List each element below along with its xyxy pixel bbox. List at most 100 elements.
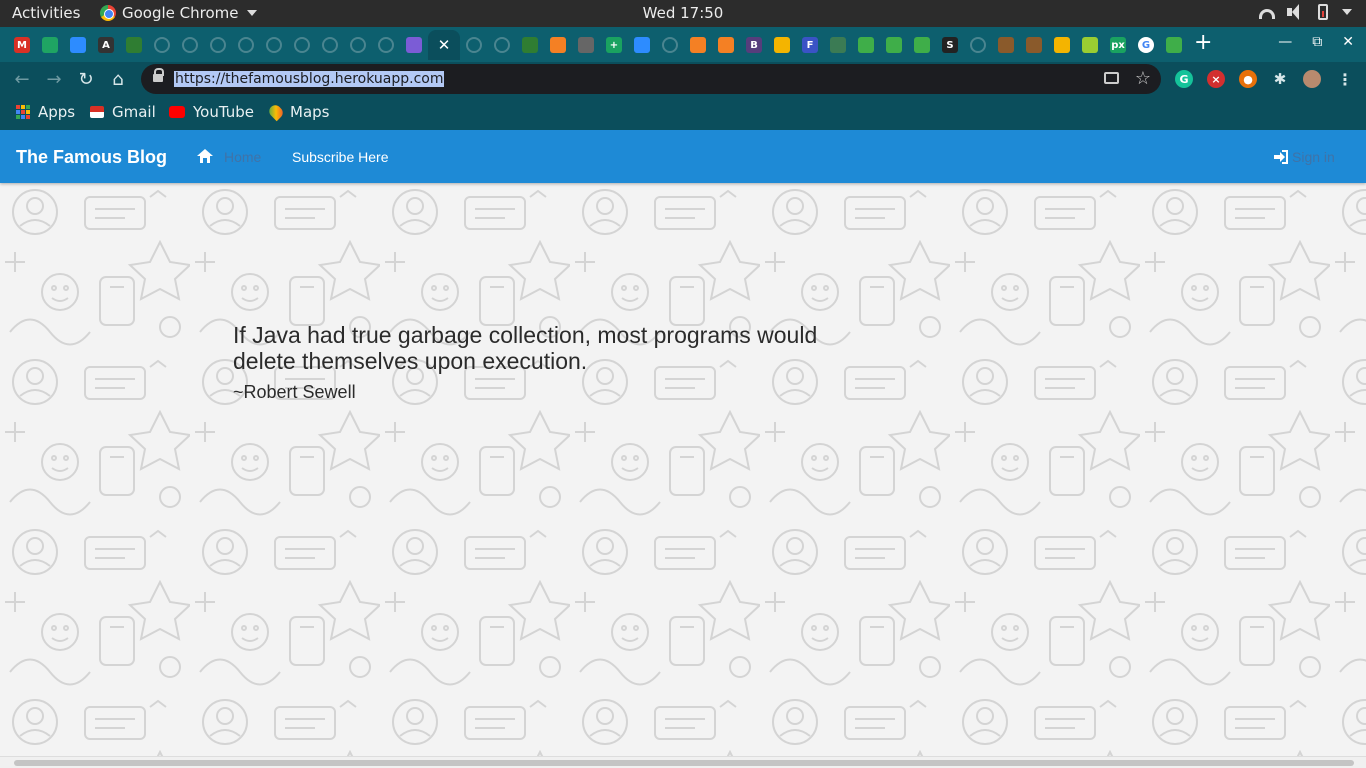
browser-tab[interactable] bbox=[628, 30, 656, 60]
folder-icon bbox=[1054, 37, 1070, 53]
forward-button[interactable]: → bbox=[42, 67, 66, 91]
browser-tab[interactable] bbox=[176, 30, 204, 60]
lock-icon[interactable] bbox=[153, 68, 164, 83]
browser-tab[interactable]: px bbox=[1104, 30, 1132, 60]
keep-icon bbox=[774, 37, 790, 53]
browser-tab[interactable]: F bbox=[796, 30, 824, 60]
extension-icon[interactable]: ● bbox=[1239, 70, 1257, 88]
close-window-icon[interactable]: ✕ bbox=[1342, 34, 1354, 50]
browser-tab[interactable]: B bbox=[740, 30, 768, 60]
doodle-background bbox=[0, 182, 1366, 756]
grammarly-icon[interactable]: G bbox=[1175, 70, 1193, 88]
browser-tab[interactable] bbox=[908, 30, 936, 60]
home-icon[interactable] bbox=[197, 149, 213, 163]
puzzle-extensions-icon[interactable]: ✱ bbox=[1271, 70, 1289, 88]
browser-tab[interactable] bbox=[148, 30, 176, 60]
battery-icon[interactable] bbox=[1318, 4, 1328, 20]
browser-tab[interactable] bbox=[400, 30, 428, 60]
browser-tab[interactable] bbox=[120, 30, 148, 60]
browser-tab[interactable] bbox=[544, 30, 572, 60]
browser-tab[interactable] bbox=[516, 30, 544, 60]
browser-tab[interactable]: M bbox=[8, 30, 36, 60]
browser-tab[interactable] bbox=[992, 30, 1020, 60]
close-tab-icon[interactable]: ✕ bbox=[438, 36, 451, 54]
quote-author: ~Robert Sewell bbox=[233, 382, 356, 402]
browser-tab[interactable]: G bbox=[1132, 30, 1160, 60]
profile-avatar[interactable] bbox=[1303, 70, 1321, 88]
zoom-icon bbox=[634, 37, 650, 53]
wifi-icon[interactable] bbox=[1259, 8, 1275, 19]
browser-tab[interactable] bbox=[1160, 30, 1188, 60]
bookmark-gmail[interactable]: Gmail bbox=[90, 103, 156, 121]
home-button[interactable]: ⌂ bbox=[106, 67, 130, 91]
active-browser-tab[interactable]: ✕ bbox=[428, 30, 460, 60]
browser-tab[interactable] bbox=[288, 30, 316, 60]
restore-icon[interactable]: ⧉ bbox=[1312, 34, 1322, 50]
browser-tab[interactable] bbox=[1048, 30, 1076, 60]
reload-button[interactable]: ↻ bbox=[74, 67, 98, 91]
bookmark-youtube[interactable]: YouTube bbox=[169, 103, 254, 121]
minimize-icon[interactable]: — bbox=[1278, 34, 1292, 50]
horizontal-scrollbar[interactable] bbox=[0, 756, 1366, 768]
chart-icon bbox=[1166, 37, 1182, 53]
nav-subscribe-link[interactable]: Subscribe Here bbox=[292, 149, 389, 165]
browser-tab[interactable] bbox=[260, 30, 288, 60]
system-tray[interactable] bbox=[1259, 4, 1352, 20]
book-icon bbox=[998, 37, 1014, 53]
browser-tab[interactable] bbox=[656, 30, 684, 60]
browser-tab[interactable]: S bbox=[936, 30, 964, 60]
browser-tab[interactable] bbox=[852, 30, 880, 60]
activities-button[interactable]: Activities bbox=[12, 4, 80, 22]
chart-icon bbox=[914, 37, 930, 53]
browser-tab[interactable] bbox=[964, 30, 992, 60]
more-menu-icon[interactable]: ⋮ bbox=[1336, 70, 1354, 89]
browser-tab[interactable] bbox=[36, 30, 64, 60]
browser-tab[interactable] bbox=[344, 30, 372, 60]
site-brand[interactable]: The Famous Blog bbox=[16, 147, 167, 168]
github-icon bbox=[322, 37, 338, 53]
browser-tab[interactable] bbox=[712, 30, 740, 60]
browser-tab[interactable]: A bbox=[92, 30, 120, 60]
new-tab-button[interactable]: + bbox=[1194, 31, 1212, 55]
bookmark-maps[interactable]: Maps bbox=[266, 102, 330, 122]
browser-tab[interactable] bbox=[824, 30, 852, 60]
browser-tab[interactable] bbox=[204, 30, 232, 60]
chart-icon bbox=[886, 37, 902, 53]
browser-tab[interactable] bbox=[460, 30, 488, 60]
chevron-down-icon[interactable] bbox=[1342, 9, 1352, 15]
browser-tab[interactable] bbox=[488, 30, 516, 60]
cast-icon[interactable] bbox=[1104, 72, 1119, 84]
browser-tab[interactable] bbox=[1076, 30, 1104, 60]
scrollbar-thumb[interactable] bbox=[14, 760, 1354, 766]
url-text[interactable]: https://thefamousblog.herokuapp.com bbox=[174, 71, 445, 87]
browser-tab[interactable]: + bbox=[600, 30, 628, 60]
stackoverflow-icon bbox=[718, 37, 734, 53]
bookmark-label: Maps bbox=[290, 103, 330, 121]
browser-tab[interactable] bbox=[572, 30, 600, 60]
bookmark-apps[interactable]: Apps bbox=[16, 103, 75, 121]
github-icon bbox=[266, 37, 282, 53]
browser-tab[interactable] bbox=[880, 30, 908, 60]
flower-icon bbox=[1082, 37, 1098, 53]
browser-tab[interactable] bbox=[64, 30, 92, 60]
tree-icon bbox=[126, 37, 142, 53]
blocker-extension-icon[interactable]: × bbox=[1207, 70, 1225, 88]
back-button[interactable]: ← bbox=[10, 67, 34, 91]
browser-tab[interactable] bbox=[768, 30, 796, 60]
browser-tab[interactable] bbox=[372, 30, 400, 60]
stackoverflow-icon bbox=[550, 37, 566, 53]
nav-signin-link[interactable]: Sign in bbox=[1292, 149, 1335, 165]
volume-icon[interactable] bbox=[1287, 4, 1303, 20]
nav-home-link[interactable]: Home bbox=[224, 149, 261, 165]
youtube-icon bbox=[169, 106, 185, 118]
stackoverflow-icon bbox=[690, 37, 706, 53]
bookmark-star-icon[interactable]: ☆ bbox=[1135, 68, 1151, 89]
browser-tab[interactable] bbox=[316, 30, 344, 60]
sign-in-icon[interactable] bbox=[1274, 150, 1288, 164]
browser-tab[interactable] bbox=[684, 30, 712, 60]
browser-tab[interactable] bbox=[232, 30, 260, 60]
app-menu[interactable]: Google Chrome bbox=[100, 4, 257, 22]
address-bar[interactable]: https://thefamousblog.herokuapp.com ☆ bbox=[141, 64, 1161, 94]
browser-tab[interactable] bbox=[1020, 30, 1048, 60]
leaf-icon bbox=[830, 37, 846, 53]
